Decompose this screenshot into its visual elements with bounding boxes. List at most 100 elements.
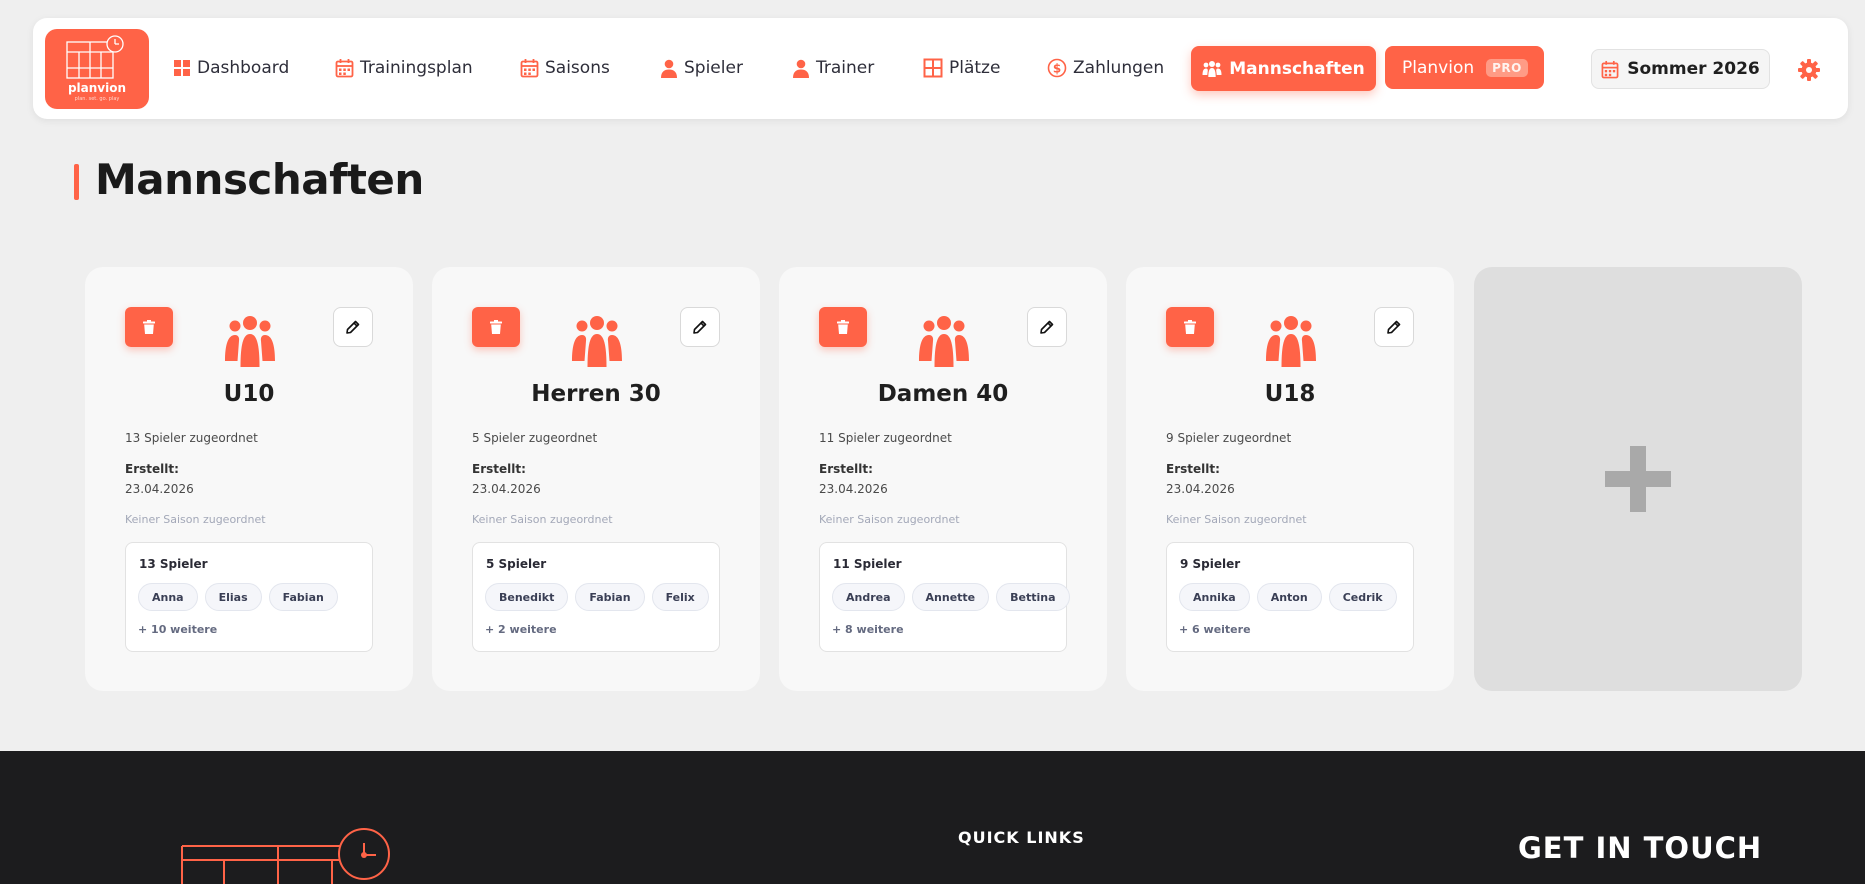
players-box: 5 Spieler Benedikt Fabian Felix + 2 weit… [472, 542, 720, 652]
nav-item-label: Dashboard [197, 58, 290, 78]
team-card[interactable]: U10 13 Spieler zugeordnet Erstellt: 23.0… [85, 267, 413, 691]
nav-item-spieler[interactable]: Spieler [660, 52, 743, 84]
more-players-link[interactable]: + 6 weitere [1179, 623, 1251, 636]
delete-button[interactable] [472, 307, 520, 347]
planvion-logo[interactable]: planvion plan. set. go. play [45, 29, 149, 109]
dollar-icon: $ [1047, 58, 1067, 78]
players-assigned: 9 Spieler zugeordnet [1166, 431, 1292, 445]
season-status: Keiner Saison zugeordnet [472, 513, 613, 526]
team-icon [1266, 316, 1316, 367]
season-status: Keiner Saison zugeordnet [125, 513, 266, 526]
player-chip[interactable]: Elias [204, 583, 262, 611]
team-name: U10 [223, 381, 275, 407]
edit-button[interactable] [680, 307, 720, 347]
trash-icon [837, 320, 849, 334]
player-chip[interactable]: Bettina [996, 583, 1070, 611]
nav-item-mannschaften[interactable]: Mannschaften [1191, 46, 1376, 91]
season-status: Keiner Saison zugeordnet [1166, 513, 1307, 526]
player-chip[interactable]: Annette [911, 583, 990, 611]
player-chip[interactable]: Andrea [832, 583, 905, 611]
more-players-link[interactable]: + 8 weitere [832, 623, 904, 636]
nav-item-label: Trainer [816, 58, 875, 78]
nav-active-label: Mannschaften [1229, 58, 1365, 79]
gear-icon[interactable] [1797, 58, 1821, 82]
player-chip[interactable]: Felix [651, 583, 709, 611]
team-card[interactable]: Damen 40 11 Spieler zugeordnet Erstellt:… [779, 267, 1107, 691]
pencil-icon [346, 320, 360, 334]
season-status: Keiner Saison zugeordnet [819, 513, 960, 526]
edit-button[interactable] [1027, 307, 1067, 347]
players-assigned: 13 Spieler zugeordnet [125, 431, 258, 445]
nav-item-plaetze[interactable]: Plätze [923, 52, 1000, 84]
players-box: 13 Spieler Anna Elias Fabian + 10 weiter… [125, 542, 373, 652]
grid-icon [174, 60, 190, 76]
player-chip[interactable]: Fabian [575, 583, 645, 611]
nav-item-label: Trainingsplan [360, 58, 473, 78]
nav-item-saisons[interactable]: Saisons [520, 52, 610, 84]
players-box: 11 Spieler Andrea Annette Bettina + 8 we… [819, 542, 1070, 652]
calendar-icon [520, 59, 539, 78]
player-chip[interactable]: Anna [138, 583, 198, 611]
footer: QUICK LINKS GET IN TOUCH [0, 751, 1865, 884]
nav-item-label: Saisons [545, 58, 610, 78]
season-selector[interactable]: Sommer 2026 [1591, 49, 1770, 89]
delete-button[interactable] [125, 307, 173, 347]
team-icon [572, 316, 622, 367]
created-label: Erstellt: [472, 462, 526, 476]
pencil-icon [1040, 320, 1054, 334]
logo-court-icon [66, 35, 124, 79]
pencil-icon [693, 320, 707, 334]
delete-button[interactable] [819, 307, 867, 347]
team-card[interactable]: Herren 30 5 Spieler zugeordnet Erstellt:… [432, 267, 760, 691]
team-icon [1202, 61, 1222, 77]
players-count: 9 Spieler [1180, 557, 1241, 571]
player-chip[interactable]: Annika [1179, 583, 1250, 611]
nav-item-label: Plätze [949, 58, 1001, 78]
top-navbar: planvion plan. set. go. play Dashboard T… [33, 18, 1848, 119]
calendar-icon [1601, 60, 1619, 78]
created-date: 23.04.2026 [1166, 482, 1235, 496]
footer-logo-icon [181, 828, 390, 884]
get-in-touch-heading: GET IN TOUCH [1518, 831, 1763, 865]
svg-text:$: $ [1053, 62, 1061, 76]
edit-button[interactable] [1374, 307, 1414, 347]
court-icon [923, 58, 943, 78]
players-assigned: 11 Spieler zugeordnet [819, 431, 952, 445]
plus-icon [1605, 446, 1671, 512]
created-date: 23.04.2026 [472, 482, 541, 496]
calendar-icon [335, 59, 354, 78]
player-chip[interactable]: Anton [1256, 583, 1322, 611]
players-box: 9 Spieler Annika Anton Cedrik + 6 weiter… [1166, 542, 1414, 652]
team-card[interactable]: U18 9 Spieler zugeordnet Erstellt: 23.04… [1126, 267, 1454, 691]
more-players-link[interactable]: + 10 weitere [138, 623, 217, 636]
page-title: Mannschaften [95, 155, 424, 204]
nav-item-trainingsplan[interactable]: Trainingsplan [335, 52, 473, 84]
player-chip[interactable]: Benedikt [485, 583, 569, 611]
add-team-card[interactable] [1474, 267, 1802, 691]
player-chip[interactable]: Cedrik [1328, 583, 1397, 611]
trash-icon [1184, 320, 1196, 334]
planvion-label: Planvion [1402, 57, 1475, 78]
created-label: Erstellt: [125, 462, 179, 476]
created-label: Erstellt: [1166, 462, 1220, 476]
players-count: 11 Spieler [833, 557, 902, 571]
created-date: 23.04.2026 [819, 482, 888, 496]
trash-icon [143, 320, 155, 334]
created-label: Erstellt: [819, 462, 873, 476]
players-count: 5 Spieler [486, 557, 547, 571]
players-count: 13 Spieler [139, 557, 208, 571]
edit-button[interactable] [333, 307, 373, 347]
player-chip[interactable]: Fabian [268, 583, 338, 611]
nav-item-trainer[interactable]: Trainer [792, 52, 874, 84]
players-assigned: 5 Spieler zugeordnet [472, 431, 598, 445]
nav-item-zahlungen[interactable]: $ Zahlungen [1047, 52, 1164, 84]
team-name: U18 [1264, 381, 1316, 407]
delete-button[interactable] [1166, 307, 1214, 347]
more-players-link[interactable]: + 2 weitere [485, 623, 557, 636]
nav-item-dashboard[interactable]: Dashboard [173, 52, 289, 84]
created-date: 23.04.2026 [125, 482, 194, 496]
team-icon [919, 316, 969, 367]
trash-icon [490, 320, 502, 334]
team-name: Damen 40 [877, 381, 1009, 407]
planvion-pro-button[interactable]: Planvion PRO [1385, 46, 1544, 89]
